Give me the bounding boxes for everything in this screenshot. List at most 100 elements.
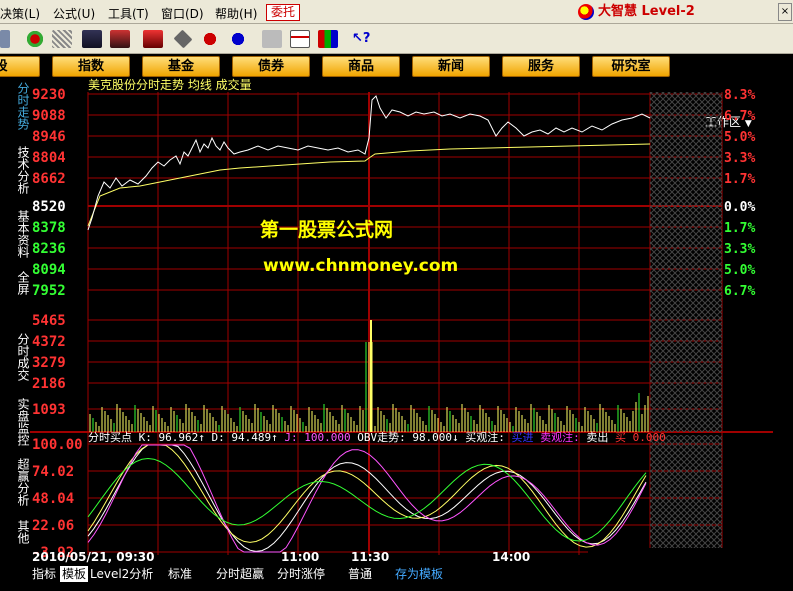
indicator-header-item: 卖出 [586, 430, 615, 444]
menu-bar: 决策(L) 公式(U) 工具(T) 窗口(D) 帮助(H) 委托 大智慧 Lev… [0, 0, 793, 24]
menu-window[interactable]: 窗口(D) [161, 5, 204, 22]
percent-tick-label: 3.3% [724, 151, 755, 166]
price-tick-label: 8378 [32, 220, 66, 236]
ltab-chaoying[interactable]: 超赢分析 [12, 458, 30, 506]
tab-bond[interactable]: 债券 [232, 56, 310, 77]
tab-commodity[interactable]: 商品 [322, 56, 400, 77]
volume-tick-label: 5465 [32, 313, 66, 329]
category-tab-bar: 股 指数 基金 债券 商品 新闻 服务 研究室 工作区 ▼ [0, 54, 793, 129]
watermark-title: 第一股票公式网 [260, 218, 393, 241]
tab-index[interactable]: 指数 [52, 56, 130, 77]
percent-tick-label: 0.0% [724, 200, 755, 215]
future-hatch-indicator [650, 435, 722, 555]
price-tick-label: 9088 [32, 108, 66, 124]
help-pointer-icon[interactable]: ↖? [352, 30, 372, 48]
d-line [87, 444, 647, 548]
indicator-header-item: 买进 [512, 431, 541, 444]
price-tick-label: 8662 [32, 171, 66, 187]
diamond-icon[interactable] [173, 29, 193, 49]
percent-tick-label: 5.0% [724, 263, 755, 278]
indicator-tick-label: 22.06 [32, 518, 74, 534]
indicator-tick-label: 48.04 [32, 491, 74, 507]
tab-service[interactable]: 服务 [502, 56, 580, 77]
price-tick-label: 9230 [32, 87, 66, 103]
alarm-icon[interactable] [110, 30, 130, 48]
binoculars-icon[interactable] [82, 30, 102, 48]
future-hatch-area [650, 92, 722, 432]
flag-icon[interactable] [143, 30, 163, 48]
percent-tick-label: 5.0% [724, 130, 755, 145]
indicator-header-item: 买 0.000 [615, 431, 666, 444]
time-tick-label: 11:30 [351, 550, 389, 564]
percent-tick-label: 6.7% [724, 109, 755, 124]
time-tick-label: 11:00 [281, 550, 319, 564]
percent-tick-label: 8.3% [724, 88, 755, 103]
percent-axis: 8.3% 6.7% 5.0% 3.3% 1.7% 0.0% 1.7% 3.3% 5.0% 6.7% [724, 88, 755, 299]
volume-tick-label: 2186 [32, 376, 66, 392]
left-tab-bar: 分时走势 技术分析 基本资料 全屏 分时成交 实盘监控 超赢分析 其他 [0, 78, 32, 565]
btab-chaoying[interactable]: 分时超赢 [214, 566, 266, 582]
price-tick-label: 8804 [32, 150, 66, 166]
indicator-header-item: 卖观注: [540, 430, 586, 444]
indicator-header-item: J: 100.000 [284, 431, 357, 444]
ltab-trades[interactable]: 分时成交 [12, 333, 30, 381]
price-tick-label: 8520 [32, 199, 66, 215]
intraday-chart[interactable]: 9230 9088 8946 8804 8662 8520 8378 8236 8094 7952… [30, 78, 773, 565]
chart-title: 美克股份分时走势 均线 成交量 [88, 78, 252, 92]
books-icon[interactable] [318, 30, 338, 48]
btab-indicator[interactable]: 指标 [30, 566, 58, 582]
grid-icon[interactable] [52, 30, 72, 48]
btab-limitup[interactable]: 分时涨停 [275, 566, 327, 582]
indicator-tick-label: 74.02 [32, 464, 74, 480]
date-label: 2010/05/21, 09:30 [32, 550, 155, 564]
f10-blue-icon[interactable] [228, 30, 248, 48]
watermark-url: www.chnmoney.com [263, 256, 458, 276]
close-icon[interactable]: × [778, 3, 792, 21]
price-tick-label: 8946 [32, 129, 66, 145]
indicator-header-item: 买观注: [465, 430, 511, 444]
window-icon[interactable] [290, 30, 310, 48]
indicator-header-item: OBV走势: 98.000↓ [357, 431, 465, 444]
indicator-header-item: D: 94.489↑ [211, 431, 284, 444]
f10-red-icon[interactable] [200, 30, 220, 48]
brand-icon [578, 3, 594, 20]
dollar-icon[interactable] [0, 30, 10, 48]
price-tick-label: 8094 [32, 262, 66, 278]
tab-stock[interactable]: 股 [0, 56, 40, 77]
btab-template[interactable]: 模板 [60, 566, 89, 582]
print-icon[interactable] [262, 30, 282, 48]
indicator-tick-label: 100.00 [32, 437, 83, 453]
right-info-strip [773, 78, 793, 565]
quote-icon[interactable] [25, 30, 45, 48]
ltab-intraday[interactable]: 分时走势 [12, 82, 30, 130]
tab-research[interactable]: 研究室 [592, 56, 670, 77]
percent-tick-label: 6.7% [724, 284, 755, 299]
tab-news[interactable]: 新闻 [412, 56, 490, 77]
menu-help[interactable]: 帮助(H) [215, 5, 257, 22]
menu-tools[interactable]: 工具(T) [108, 5, 149, 22]
menu-decision[interactable]: 决策(L) [0, 5, 40, 22]
volume-tick-label: 3279 [32, 355, 66, 371]
volume-tick-label: 1093 [32, 402, 66, 418]
btab-standard[interactable]: 标准 [166, 566, 194, 582]
price-tick-label: 7952 [32, 283, 66, 299]
price-tick-label: 8236 [32, 241, 66, 257]
btab-save-template[interactable]: 存为模板 [393, 566, 445, 582]
btab-level2[interactable]: Level2分析 [88, 566, 155, 582]
brand-text: 大智慧 Level-2 [598, 4, 695, 19]
btab-normal[interactable]: 普通 [346, 566, 374, 582]
ltab-fundamental[interactable]: 基本资料 [12, 210, 30, 258]
volume-axis: 5465 4372 3279 2186 1093 [32, 313, 66, 418]
ltab-fullscreen[interactable]: 全屏 [12, 271, 30, 295]
menu-formula[interactable]: 公式(U) [53, 5, 95, 22]
ltab-monitor[interactable]: 实盘监控 [12, 398, 30, 446]
ltab-other[interactable]: 其他 [12, 520, 30, 544]
indicator-header: 分时买点 K: 96.962↑ D: 94.489↑ J: 100.000 OB… [88, 430, 666, 444]
percent-tick-label: 3.3% [724, 242, 755, 257]
tab-fund[interactable]: 基金 [142, 56, 220, 77]
indicator-header-item: 分时买点 K: 96.962↑ [88, 431, 211, 444]
percent-tick-label: 1.7% [724, 172, 755, 187]
indicator-axis: 100.0074.0248.0422.06-3.92 [32, 437, 83, 561]
weituo-button[interactable]: 委托 [266, 4, 300, 21]
ltab-technical[interactable]: 技术分析 [12, 146, 30, 194]
